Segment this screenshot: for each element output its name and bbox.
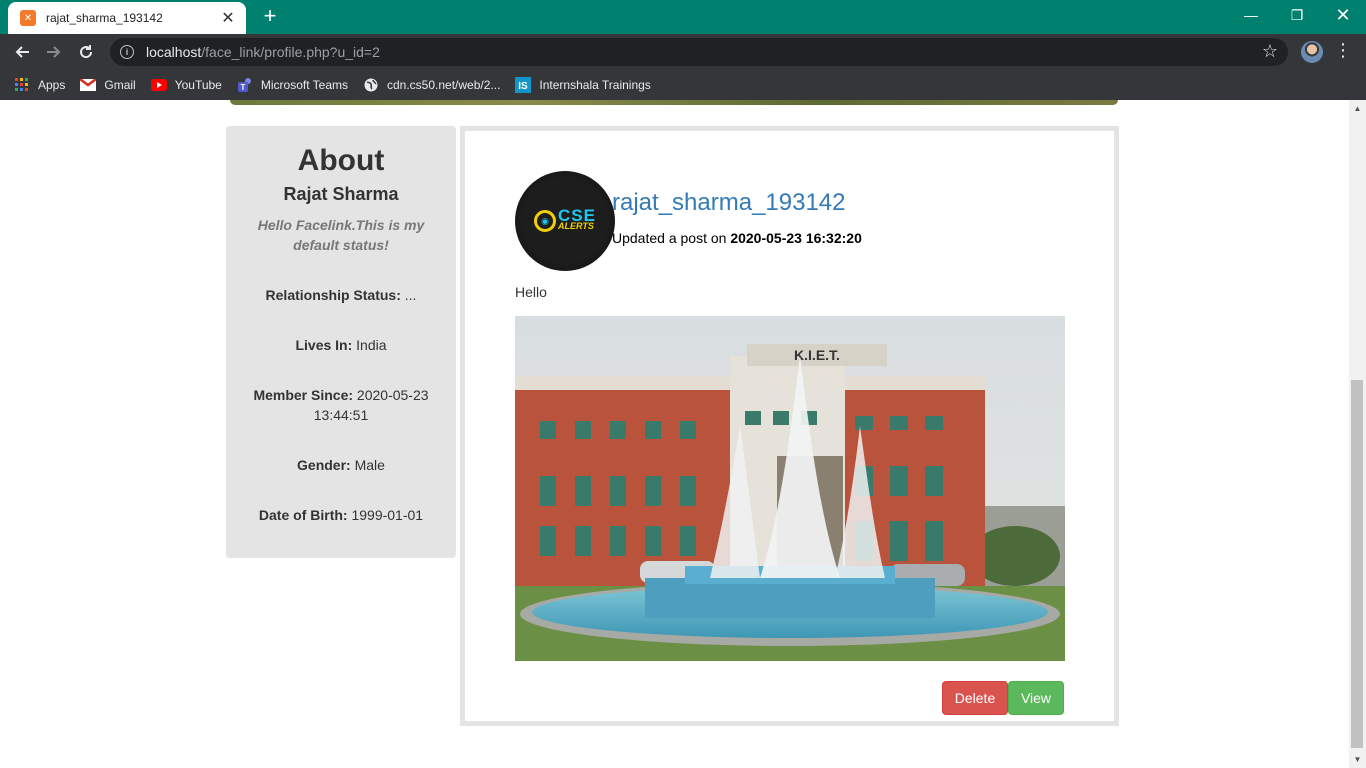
address-bar[interactable]: i localhost/face_link/profile.php?u_id=2… (110, 38, 1288, 66)
relationship-status: Relationship Status: ... (265, 287, 417, 303)
page-viewport: About Rajat Sharma Hello Facelink.This i… (0, 100, 1366, 768)
svg-text:IS: IS (519, 81, 529, 92)
post-avatar[interactable]: ◉ CSE ALERTS (515, 171, 615, 271)
forward-icon[interactable] (42, 40, 66, 64)
back-icon[interactable] (10, 40, 34, 64)
delete-button[interactable]: Delete (942, 681, 1008, 715)
post-username-link[interactable]: rajat_sharma_193142 (612, 189, 846, 217)
scroll-thumb[interactable] (1351, 380, 1363, 748)
kebab-menu-icon[interactable]: ⋮ (1334, 40, 1352, 64)
browser-tab[interactable]: ✕ rajat_sharma_193142 ✕ (8, 2, 246, 34)
tab-strip: ✕ rajat_sharma_193142 ✕ + — ❐ ✕ (0, 0, 1366, 34)
post-text: Hello (515, 284, 547, 300)
about-heading: About (297, 144, 385, 177)
bookmark-youtube[interactable]: YouTube (150, 77, 222, 93)
bookmark-label: Internshala Trainings (539, 78, 651, 92)
browser-toolbar: i localhost/face_link/profile.php?u_id=2… (0, 34, 1366, 70)
page-scrollbar[interactable]: ▲ ▼ (1349, 100, 1366, 768)
teams-icon: T (237, 77, 253, 93)
xampp-favicon-icon: ✕ (20, 10, 36, 26)
bookmark-label: YouTube (174, 78, 222, 92)
tab-title: rajat_sharma_193142 (46, 11, 163, 25)
bookmark-internshala[interactable]: IS Internshala Trainings (515, 77, 651, 93)
close-window-icon[interactable]: ✕ (1320, 0, 1366, 30)
apps-grid-icon (14, 77, 30, 93)
bookmark-gmail[interactable]: Gmail (80, 77, 136, 93)
bookmark-apps[interactable]: Apps (14, 77, 65, 93)
scroll-down-icon[interactable]: ▼ (1349, 751, 1366, 768)
globe-icon (363, 77, 379, 93)
date-of-birth: Date of Birth: 1999-01-01 (258, 507, 424, 523)
gmail-icon (80, 77, 97, 93)
minimize-icon[interactable]: — (1228, 0, 1274, 30)
svg-text:T: T (240, 83, 245, 92)
member-since: Member Since: 2020-05-23 13:44:51 (253, 387, 429, 423)
bookmarks-bar: Apps Gmail YouTube T Microsoft Teams cdn… (0, 70, 1366, 100)
avatar-logo-text: CSE ALERTS (558, 206, 596, 231)
site-info-icon[interactable]: i (120, 45, 134, 59)
cse-alerts-logo-icon: ◉ (534, 210, 557, 232)
new-tab-icon[interactable]: + (258, 5, 282, 29)
about-panel: About Rajat Sharma Hello Facelink.This i… (226, 126, 456, 558)
bookmark-label: Gmail (104, 78, 136, 92)
restore-icon[interactable]: ❐ (1274, 0, 1320, 30)
reload-icon[interactable] (74, 40, 98, 64)
svg-text:K.I.E.T.: K.I.E.T. (794, 347, 840, 363)
bookmark-label: cdn.cs50.net/web/2... (387, 78, 501, 92)
bookmark-label: Apps (38, 78, 66, 92)
profile-name: Rajat Sharma (283, 184, 399, 204)
scroll-up-icon[interactable]: ▲ (1349, 100, 1366, 117)
youtube-icon (150, 77, 167, 93)
bookmark-star-icon[interactable]: ☆ (1262, 41, 1278, 62)
bookmark-label: Microsoft Teams (260, 78, 348, 92)
view-button[interactable]: View (1008, 681, 1064, 715)
profile-status: Hello Facelink.This is my default status… (257, 217, 425, 253)
gender: Gender: Male (297, 457, 385, 473)
post-image[interactable]: K.I.E.T. (515, 316, 1065, 661)
lives-in: Lives In: India (295, 337, 387, 353)
cover-photo-edge (230, 100, 1118, 105)
internshala-icon: IS (515, 77, 532, 93)
tab-close-icon[interactable]: ✕ (220, 8, 236, 28)
post-card: ◉ CSE ALERTS rajat_sharma_193142 Updated… (460, 126, 1119, 726)
url-text: localhost/face_link/profile.php?u_id=2 (146, 44, 380, 60)
bookmark-teams[interactable]: T Microsoft Teams (237, 77, 348, 93)
bookmark-cs50[interactable]: cdn.cs50.net/web/2... (363, 77, 500, 93)
post-meta: Updated a post on 2020-05-23 16:32:20 (612, 230, 862, 246)
profile-avatar[interactable] (1301, 41, 1323, 63)
